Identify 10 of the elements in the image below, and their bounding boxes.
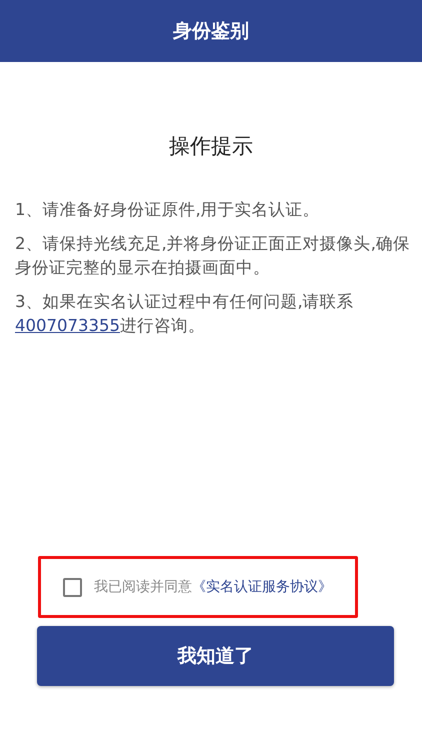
phone-link[interactable]: 4007073355 bbox=[15, 316, 120, 335]
instruction-text: 2、请保持光线充足,并将身份证正面正对摄像头,确保身份证完整的显示在拍摄画面中。 bbox=[15, 233, 410, 279]
instruction-text: 1、请准备好身份证原件,用于实名认证。 bbox=[15, 199, 321, 221]
confirm-button[interactable]: 我知道了 bbox=[37, 626, 394, 686]
page-title: 身份鉴别 bbox=[173, 19, 249, 44]
agreement-link[interactable]: 《实名认证服务协议》 bbox=[192, 578, 332, 596]
section-heading: 操作提示 bbox=[169, 133, 253, 160]
instruction-text: 3、如果在实名认证过程中有任何问题,请联系 4007073355进行咨询。 bbox=[15, 291, 355, 337]
agreement-label: 我已阅读并同意 bbox=[94, 578, 192, 596]
checkbox[interactable] bbox=[63, 578, 82, 596]
